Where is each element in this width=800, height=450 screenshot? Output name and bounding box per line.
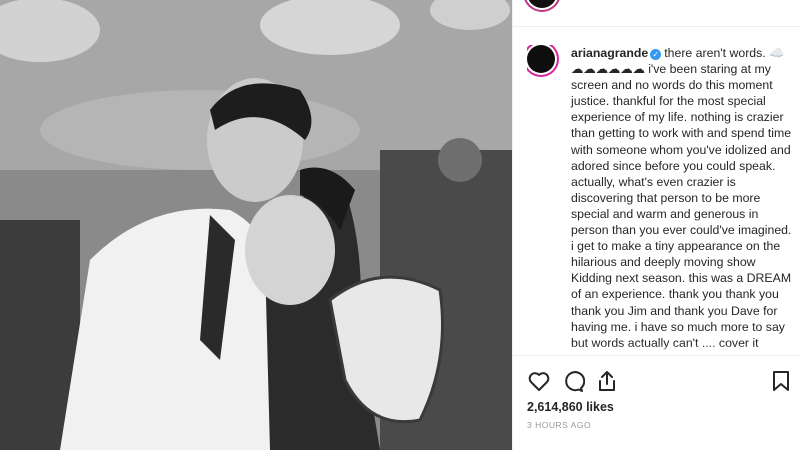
caption-head: there aren't words. ☁️ (664, 46, 785, 60)
avatar[interactable] (527, 45, 555, 73)
caption-fade (527, 345, 793, 355)
username-link[interactable]: arianagrande (571, 46, 648, 60)
header-strip (513, 0, 800, 27)
caption-text: arianagrande ✓ there aren't words. ☁️ ☁☁☁☁… (571, 45, 793, 351)
action-bar: 2,614,860 likes 3 HOURS AGO (513, 355, 800, 450)
heart-icon[interactable] (527, 369, 551, 393)
post-sidebar: arianagrande ✓ there aren't words. ☁️ ☁☁☁☁… (512, 0, 800, 450)
header-avatar[interactable] (527, 0, 557, 8)
verified-badge-icon: ✓ (650, 49, 662, 60)
bookmark-icon[interactable] (769, 369, 793, 393)
post-timestamp[interactable]: 3 HOURS AGO (527, 420, 591, 430)
caption-body: ☁☁☁☁☁☁ i've been staring at my screen an… (571, 62, 792, 350)
photo-image (0, 0, 512, 450)
share-icon[interactable] (595, 369, 619, 393)
likes-count[interactable]: 2,614,860 likes (527, 400, 614, 414)
post-photo[interactable] (0, 0, 512, 450)
caption-section: arianagrande ✓ there aren't words. ☁️ ☁☁☁☁… (527, 45, 793, 355)
comment-icon[interactable] (561, 369, 586, 393)
